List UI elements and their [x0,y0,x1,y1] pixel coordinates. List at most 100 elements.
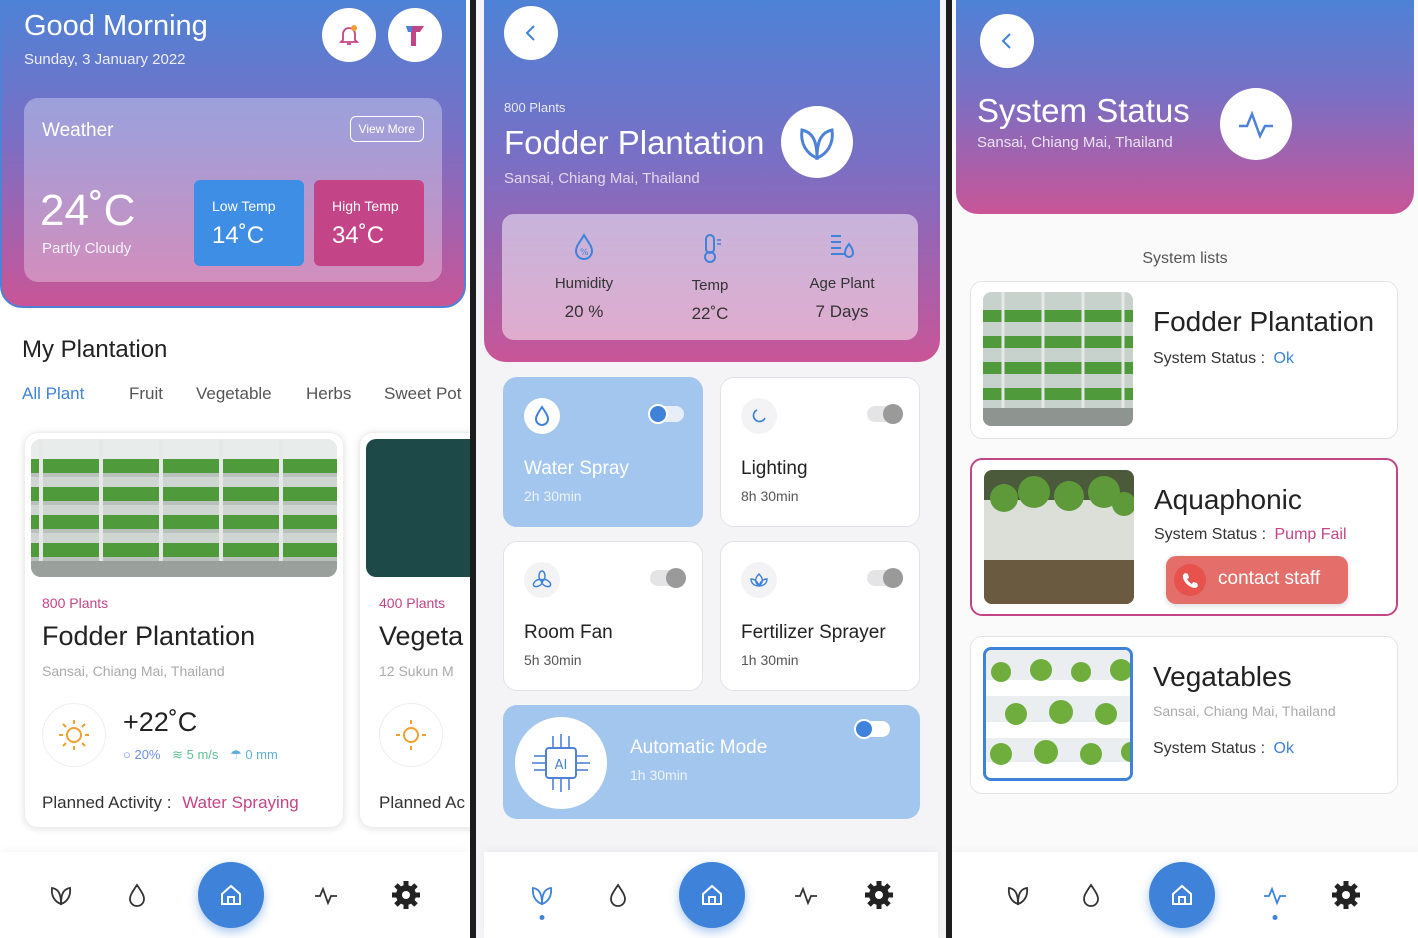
high-temp-value: 34˚C [332,222,385,249]
active-indicator [1272,915,1278,920]
control-room-fan[interactable]: Room Fan 5h 30min [503,541,703,691]
toggle-knob [648,404,668,424]
page-title: Fodder Plantation [504,124,765,161]
tab-fruit[interactable]: Fruit [129,384,163,404]
nav-home[interactable] [198,862,264,928]
nav-water[interactable] [1080,882,1102,908]
control-time: 1h 30min [741,652,799,668]
control-name: Water Spray [524,458,629,479]
plant-card[interactable]: 800 Plants Fodder Plantation Sansai, Chi… [24,432,344,828]
current-temp: 24˚C [40,186,136,235]
tab-herbs[interactable]: Herbs [306,384,351,404]
system-item[interactable]: Vegatables Sansai, Chiang Mai, Thailand … [970,636,1398,794]
nav-water[interactable] [607,882,629,908]
weather-card: Weather View More 24˚C Partly Cloudy Low… [24,98,442,282]
plant-location: Sansai, Chiang Mai, Thailand [42,663,225,679]
stat-label: Temp [691,277,729,294]
fertilizer-toggle[interactable] [867,568,903,588]
control-name: Lighting [741,458,808,479]
pulse-icon [795,886,817,906]
stat-value: 22˚C [691,304,729,323]
planned-activity-value: Water Spraying [182,793,299,812]
stat-label: Humidity [554,275,614,292]
nav-home[interactable] [1149,862,1215,928]
nav-plantation[interactable] [1005,882,1031,908]
system-status: System Status : Ok [1153,350,1294,367]
plant-photo [366,439,470,577]
tab-vegetable[interactable]: Vegetable [196,384,272,404]
plant-count: 800 Plants [504,100,566,115]
automatic-mode-card[interactable]: AI Automatic Mode 1h 30min [503,705,920,819]
plant-metrics: ○ 20% ≋ 5 m/s ☂ 0 mm [123,747,278,762]
pulse-icon [315,886,337,906]
plant-count: 400 Plants [379,595,446,611]
lighting-toggle[interactable] [867,404,903,424]
control-time: 8h 30min [741,488,799,504]
control-lighting[interactable]: Lighting 8h 30min [720,377,920,527]
nav-water[interactable] [126,882,148,908]
nav-settings[interactable] [1330,879,1362,911]
bottom-nav [484,852,938,938]
page-title: System Status [977,92,1190,129]
status-badge [1220,88,1292,160]
humidity-icon: % [574,232,594,260]
nav-settings[interactable] [863,879,895,911]
water-spray-toggle[interactable] [648,404,684,424]
auto-mode-time: 1h 30min [630,767,688,783]
system-name: Fodder Plantation [1153,306,1375,337]
nav-status[interactable] [1262,882,1288,908]
nav-plantation[interactable] [48,882,74,908]
nav-home[interactable] [679,862,745,928]
contact-staff-button[interactable]: contact staff [1166,556,1348,604]
profile-avatar[interactable] [388,8,442,62]
back-button[interactable] [504,6,558,60]
plant-card[interactable]: 400 Plants Vegeta 12 Sukun M Planned Ac [359,432,470,828]
home-screen: Good Morning Sunday, 3 January 2022 Weat… [0,0,470,938]
stat-age: Age Plant 7 Days [782,232,902,322]
control-name: Room Fan [524,622,613,643]
status-value: Ok [1273,350,1294,367]
high-temp-box: High Temp 34˚C [314,180,424,266]
ctrl-icon-bg [524,562,560,598]
tab-sweet-potato[interactable]: Sweet Pot [384,384,462,404]
high-temp-label: High Temp [332,198,399,214]
stat-humidity: % Humidity 20 % [524,232,644,322]
system-item[interactable]: Fodder Plantation System Status : Ok [970,281,1398,439]
home-header: Good Morning Sunday, 3 January 2022 Weat… [0,0,466,308]
system-photo [983,292,1133,426]
plantation-badge [781,106,853,178]
ai-chip-icon: AI [532,734,590,792]
lotus-icon [750,573,768,587]
auto-mode-toggle[interactable] [854,719,890,739]
leaf-icon [1007,886,1029,906]
nav-settings[interactable] [390,879,422,911]
low-temp-label: Low Temp [212,198,276,214]
moon-icon [752,409,766,423]
view-more-button[interactable]: View More [349,116,424,142]
contact-staff-label: contact staff [1218,568,1321,589]
control-time: 5h 30min [524,652,582,668]
system-location: Sansai, Chiang Mai, Thailand [1153,703,1336,719]
drop-icon [534,405,550,426]
back-button[interactable] [980,14,1034,68]
system-item[interactable]: Aquaphonic System Status : Pump Fail con… [970,458,1398,616]
system-photo [984,470,1134,604]
detail-header: 800 Plants Fodder Plantation Sansai, Chi… [484,0,940,362]
auto-mode-name: Automatic Mode [630,737,768,758]
control-fertilizer-sprayer[interactable]: Fertilizer Sprayer 1h 30min [720,541,920,691]
section-title: My Plantation [22,336,168,363]
bottom-nav [0,852,470,938]
control-water-spray[interactable]: Water Spray 2h 30min [503,377,703,527]
nav-plantation[interactable] [529,882,555,908]
gear-icon [865,881,893,909]
room-fan-toggle[interactable] [650,568,686,588]
nav-status[interactable] [793,882,819,908]
stat-value: 20 % [564,302,604,321]
tab-all-plant[interactable]: All Plant [22,384,84,404]
notification-button[interactable] [322,8,376,62]
planned-activity: Planned Activity : Water Spraying [42,793,299,812]
plant-location: 12 Sukun M [379,663,454,679]
plant-name: Fodder Plantation [42,621,256,651]
nav-status[interactable] [313,882,339,908]
weather-condition: Partly Cloudy [42,240,132,257]
